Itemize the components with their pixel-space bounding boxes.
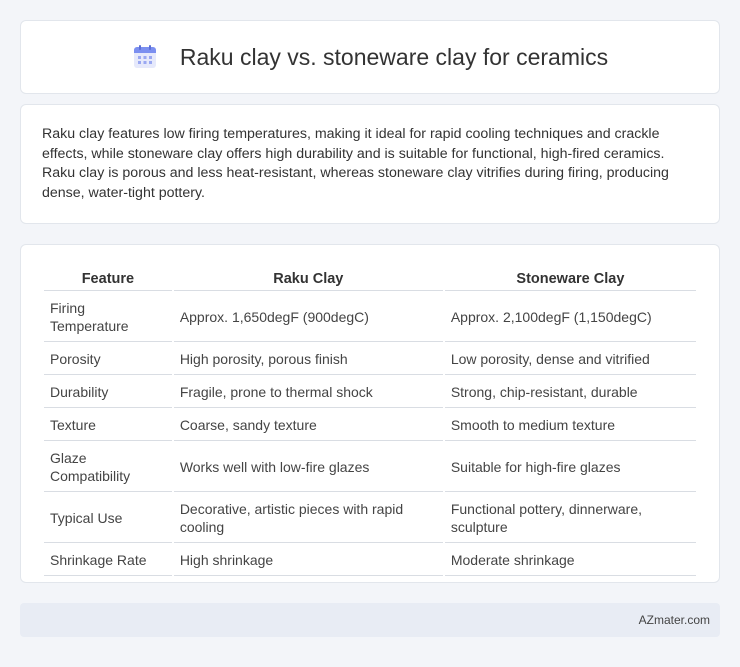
- calendar-icon: [133, 45, 156, 68]
- cell-feature: Texture: [44, 410, 172, 441]
- cell-feature: Shrinkage Rate: [44, 545, 172, 576]
- footer-site-link[interactable]: AZmater.com: [639, 613, 710, 627]
- table-row: Texture Coarse, sandy texture Smooth to …: [44, 410, 696, 441]
- header-stoneware-clay: Stoneware Clay: [444, 267, 696, 291]
- cell-stoneware: Strong, chip-resistant, durable: [444, 377, 696, 408]
- cell-raku: Coarse, sandy texture: [173, 410, 443, 441]
- cell-stoneware: Suitable for high-fire glazes: [444, 443, 696, 492]
- comparison-table: Feature Raku Clay Stoneware Clay Firing …: [42, 265, 698, 578]
- footer: AZmater.com: [20, 603, 720, 637]
- cell-stoneware: Low porosity, dense and vitrified: [444, 344, 696, 375]
- page-title: Raku clay vs. stoneware clay for ceramic…: [179, 43, 609, 70]
- cell-feature: Porosity: [44, 344, 172, 375]
- cell-raku: Fragile, prone to thermal shock: [173, 377, 443, 408]
- table-row: Durability Fragile, prone to thermal sho…: [44, 377, 696, 408]
- cell-feature: Firing Temperature: [44, 293, 172, 342]
- table-row: Glaze Compatibility Works well with low-…: [44, 443, 696, 492]
- cell-feature: Glaze Compatibility: [44, 443, 172, 492]
- cell-raku: Approx. 1,650degF (900degC): [173, 293, 443, 342]
- summary-card: Raku clay features low firing temperatur…: [20, 104, 720, 224]
- cell-raku: High porosity, porous finish: [173, 344, 443, 375]
- comparison-table-card: Feature Raku Clay Stoneware Clay Firing …: [20, 244, 720, 583]
- cell-stoneware: Moderate shrinkage: [444, 545, 696, 576]
- header-raku-clay: Raku Clay: [173, 267, 443, 291]
- cell-raku: Decorative, artistic pieces with rapid c…: [173, 494, 443, 543]
- table-header-row: Feature Raku Clay Stoneware Clay: [44, 267, 696, 291]
- table-row: Typical Use Decorative, artistic pieces …: [44, 494, 696, 543]
- cell-raku: Works well with low-fire glazes: [173, 443, 443, 492]
- cell-stoneware: Smooth to medium texture: [444, 410, 696, 441]
- table-row: Shrinkage Rate High shrinkage Moderate s…: [44, 545, 696, 576]
- table-row: Porosity High porosity, porous finish Lo…: [44, 344, 696, 375]
- cell-stoneware: Approx. 2,100degF (1,150degC): [444, 293, 696, 342]
- header-feature: Feature: [44, 267, 172, 291]
- cell-feature: Typical Use: [44, 494, 172, 543]
- cell-raku: High shrinkage: [173, 545, 443, 576]
- cell-stoneware: Functional pottery, dinnerware, sculptur…: [444, 494, 696, 543]
- title-card: Raku clay vs. stoneware clay for ceramic…: [20, 20, 720, 94]
- cell-feature: Durability: [44, 377, 172, 408]
- table-row: Firing Temperature Approx. 1,650degF (90…: [44, 293, 696, 342]
- summary-text: Raku clay features low firing temperatur…: [42, 126, 669, 201]
